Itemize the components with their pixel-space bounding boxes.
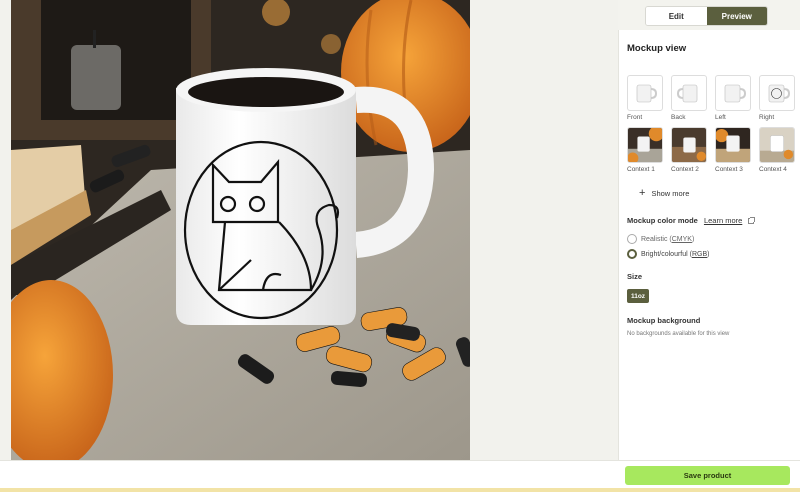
color-mode-bright[interactable]: Bright/colourful (RGB) <box>627 249 709 259</box>
view-context-2[interactable]: Context 2 <box>671 127 707 173</box>
edit-tab[interactable]: Edit <box>646 7 707 25</box>
view-context-4[interactable]: Context 4 <box>759 127 795 173</box>
context-photo-thumbnail <box>627 127 663 163</box>
size-heading: Size <box>627 272 643 281</box>
view-left[interactable]: Left <box>715 75 751 121</box>
external-link-icon <box>748 217 756 225</box>
view-label: Context 3 <box>715 166 743 173</box>
view-label: Context 4 <box>759 166 787 173</box>
save-product-button[interactable]: Save product <box>625 466 790 485</box>
mockup-background-heading: Mockup background <box>627 316 701 325</box>
color-mode-label: Mockup color mode <box>627 216 698 225</box>
radio-unchecked-icon <box>627 234 637 244</box>
view-front[interactable]: Front <box>627 75 663 121</box>
view-right[interactable]: Right <box>759 75 795 121</box>
context-photo-thumbnail <box>715 127 751 163</box>
mockup-preview-image <box>11 0 470 460</box>
view-label: Context 2 <box>671 166 699 173</box>
preview-tab[interactable]: Preview <box>706 7 767 25</box>
mug-left-thumbnail <box>715 75 751 111</box>
context-photo-thumbnail <box>671 127 707 163</box>
context-photo-thumbnail <box>759 127 795 163</box>
view-label: Right <box>759 114 775 121</box>
view-label: Front <box>627 114 643 121</box>
view-mode-toggle: Edit Preview <box>645 6 768 26</box>
mockup-canvas <box>0 0 618 460</box>
bottom-strip <box>0 488 800 492</box>
learn-more-link[interactable]: Learn more <box>704 216 742 225</box>
radio-label: Bright/colourful (RGB) <box>641 250 710 258</box>
mug-right-thumbnail <box>759 75 795 111</box>
radio-checked-icon <box>627 249 637 259</box>
no-backgrounds-message: No backgrounds available for this view <box>627 331 730 337</box>
view-context-1[interactable]: Context 1 <box>627 127 663 173</box>
view-label: Left <box>715 114 726 121</box>
color-mode-heading: Mockup color mode Learn more <box>627 216 756 225</box>
panel-title: Mockup view <box>627 43 687 54</box>
radio-label: Realistic (CMYK) <box>641 235 695 243</box>
view-context-3[interactable]: Context 3 <box>715 127 751 173</box>
mockup-view-grid: Front Back Left Right Context 1 Context … <box>627 75 795 173</box>
mug-back-thumbnail <box>671 75 707 111</box>
color-mode-realistic[interactable]: Realistic (CMYK) <box>627 234 694 244</box>
show-more-button[interactable]: + Show more <box>639 188 689 199</box>
mockup-settings-panel: Mockup view Front Back Left Right Contex… <box>618 30 800 460</box>
view-back[interactable]: Back <box>671 75 707 121</box>
mug-front-thumbnail <box>627 75 663 111</box>
view-label: Back <box>671 114 686 121</box>
size-option-11oz[interactable]: 11oz <box>627 289 649 303</box>
view-label: Context 1 <box>627 166 655 173</box>
plus-icon: + <box>639 187 646 199</box>
show-more-label: Show more <box>651 189 690 198</box>
